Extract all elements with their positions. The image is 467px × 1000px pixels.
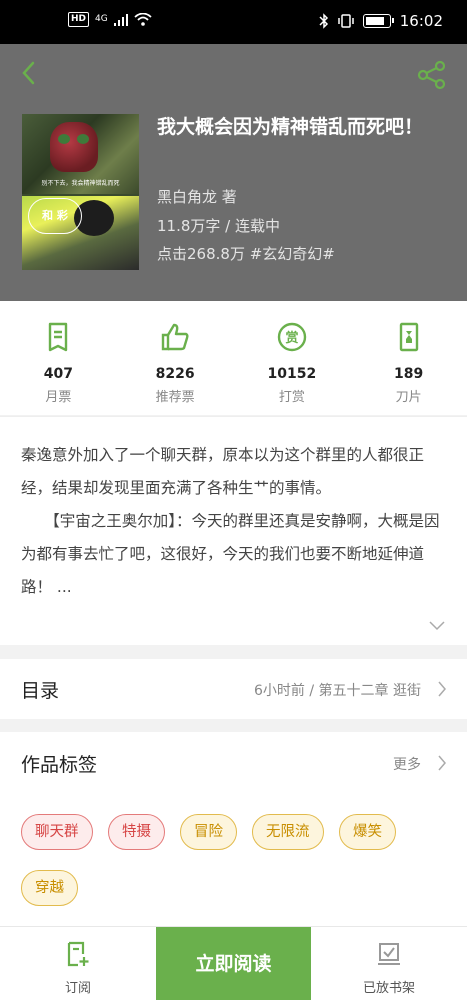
cover-art-bottom: 和 彩 — [22, 196, 139, 270]
stat-reward[interactable]: 赏 10152 打赏 — [234, 301, 351, 415]
stat-label: 月票 — [45, 390, 72, 405]
description-para-1: 秦逸意外加入了一个聊天群，原本以为这个群里的人都很正经，结果却发现里面充满了各种… — [21, 446, 425, 497]
cover-tag: 和 彩 — [28, 198, 82, 234]
status-bar: HD 4G 16:02 — [0, 0, 467, 44]
clock: 16:02 — [399, 12, 443, 30]
thumbs-up-icon — [161, 323, 189, 351]
cover-caption: 别不下去，我会精神错乱而死 — [41, 180, 120, 187]
stat-label: 刀片 — [395, 390, 422, 405]
chevron-down-icon[interactable] — [429, 621, 445, 631]
tags-more-link[interactable]: 更多 — [393, 754, 421, 774]
tag-chip[interactable]: 特摄 — [108, 814, 165, 850]
book-description[interactable]: 秦逸意外加入了一个聊天群，原本以为这个群里的人都很正经，结果却发现里面充满了各种… — [0, 416, 467, 645]
stat-label: 打赏 — [278, 390, 305, 405]
network-type: 4G — [95, 14, 108, 24]
stat-value: 10152 — [267, 366, 317, 382]
subscribe-button[interactable]: 订阅 — [0, 927, 156, 1000]
stat-value: 407 — [43, 366, 73, 382]
bookshelf-button[interactable]: 已放书架 — [311, 927, 467, 1000]
chevron-right-icon — [438, 681, 446, 697]
vibrate-icon — [338, 14, 354, 28]
book-length-status: 11.8万字 / 连载中 — [157, 217, 280, 235]
book-header: 别不下去，我会精神错乱而死 和 彩 我大概会因为精神错乱而死吧！ 黑白角龙 著 … — [0, 44, 467, 301]
blade-icon — [399, 322, 418, 352]
chevron-right-icon[interactable] — [437, 755, 447, 771]
tag-chip[interactable]: 无限流 — [252, 814, 324, 850]
subscribe-icon — [67, 941, 89, 967]
stat-value: 189 — [394, 366, 424, 382]
chevron-left-icon[interactable] — [16, 60, 42, 86]
book-title: 我大概会因为精神错乱而死吧！ — [157, 116, 424, 138]
description-para-2: 【宇宙之王奥尔加】：今天的群里还真是安静啊，大概是因为都有事去忙了吧，这很好，今… — [21, 512, 440, 596]
book-author[interactable]: 黑白角龙 著 — [157, 186, 237, 207]
tags-title: 作品标签 — [21, 754, 98, 776]
book-cover[interactable]: 别不下去，我会精神错乱而死 和 彩 — [22, 114, 139, 270]
ticket-icon — [49, 322, 68, 352]
toc-row[interactable]: 目录 6小时前 / 第五十二章 逛街 — [0, 659, 467, 719]
stat-blade[interactable]: 189 刀片 — [350, 301, 467, 415]
tag-chip[interactable]: 冒险 — [180, 814, 237, 850]
toc-latest-chapter: 6小时前 / 第五十二章 逛街 — [254, 683, 421, 699]
tag-chip[interactable]: 爆笑 — [339, 814, 396, 850]
subscribe-label: 订阅 — [64, 981, 91, 996]
stat-recommend-ticket[interactable]: 8226 推荐票 — [117, 301, 234, 415]
reward-icon: 赏 — [277, 322, 307, 352]
bookshelf-label: 已放书架 — [362, 981, 415, 996]
tag-chip[interactable]: 穿越 — [21, 870, 78, 906]
tag-chip[interactable]: 聊天群 — [21, 814, 93, 850]
read-now-button[interactable]: 立即阅读 — [156, 927, 311, 1000]
stat-value: 8226 — [155, 366, 195, 382]
wifi-icon — [134, 13, 152, 26]
bottom-action-bar: 订阅 立即阅读 已放书架 — [0, 926, 467, 1000]
stats-row: 407 月票 8226 推荐票 赏 10152 打赏 189 刀片 — [0, 301, 467, 415]
stat-monthly-ticket[interactable]: 407 月票 — [0, 301, 117, 415]
share-icon[interactable] — [417, 60, 447, 90]
bookshelf-check-icon — [378, 943, 400, 965]
bluetooth-icon — [319, 13, 328, 29]
book-clicks-genre: 点击268.8万 #玄幻奇幻# — [157, 245, 335, 263]
stat-label: 推荐票 — [155, 390, 195, 405]
tags-section: 作品标签 更多 聊天群 特摄 冒险 无限流 爆笑 穿越 — [0, 732, 467, 926]
svg-text:赏: 赏 — [285, 330, 298, 346]
signal-icon — [113, 13, 128, 26]
toc-title: 目录 — [21, 680, 60, 702]
battery-icon — [362, 14, 394, 28]
hd-indicator: HD — [68, 12, 90, 27]
